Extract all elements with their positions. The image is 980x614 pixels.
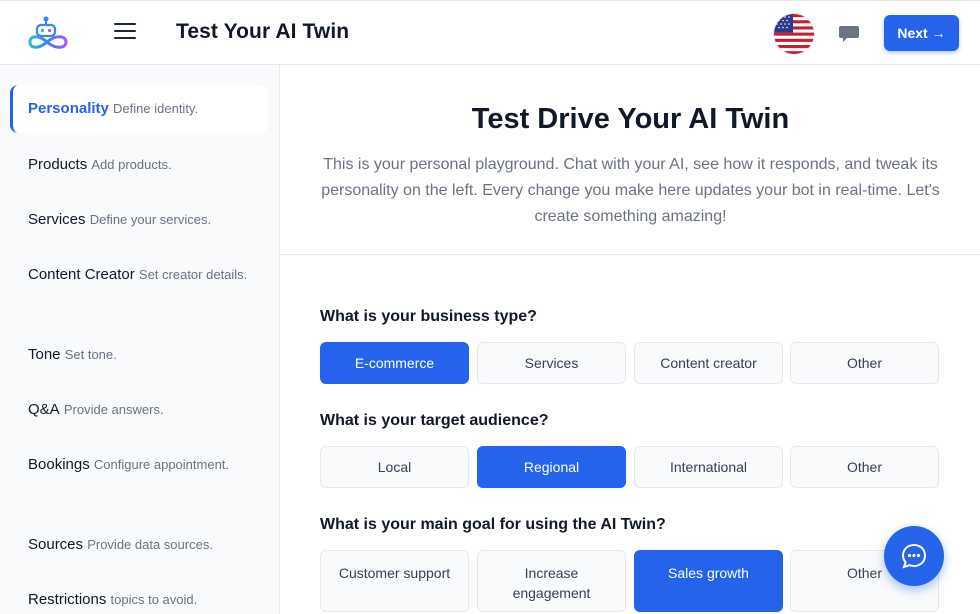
sidebar-item-desc: Provide answers. bbox=[63, 402, 164, 417]
main-content: Test Drive Your AI Twin This is your per… bbox=[281, 65, 980, 614]
question-business-type: What is your business type? bbox=[320, 308, 537, 325]
sidebar-item-content-creator[interactable]: Content Creator Set creator details. bbox=[10, 262, 268, 287]
sidebar-item-label: Services bbox=[28, 211, 86, 228]
sidebar-item-label: Bookings bbox=[28, 456, 90, 473]
us-flag-icon[interactable] bbox=[774, 14, 814, 54]
sidebar-item-label: Personality bbox=[28, 100, 109, 117]
sidebar-item-qa[interactable]: Q&A Provide answers. bbox=[10, 397, 268, 422]
sidebar-item-tone[interactable]: Tone Set tone. bbox=[10, 342, 268, 367]
sidebar-item-desc: Define your services. bbox=[89, 212, 212, 227]
hero-section: Test Drive Your AI Twin This is your per… bbox=[281, 65, 980, 255]
chat-bubble-icon[interactable] bbox=[838, 22, 860, 44]
sidebar-item-desc: Set tone. bbox=[64, 347, 117, 362]
sidebar-item-label: Sources bbox=[28, 536, 84, 553]
sidebar-item-desc: Define identity. bbox=[113, 101, 199, 116]
settings-sidebar: Personality Define identity. Products Ad… bbox=[0, 65, 280, 614]
option-services[interactable]: Services bbox=[477, 342, 626, 384]
chat-fab-button[interactable] bbox=[884, 526, 944, 586]
hero-title: Test Drive Your AI Twin bbox=[471, 103, 790, 135]
question-target-audience: What is your target audience? bbox=[320, 412, 549, 429]
next-button[interactable]: Next → bbox=[884, 15, 959, 51]
sidebar-item-services[interactable]: Services Define your services. bbox=[10, 207, 268, 232]
chat-dots-icon bbox=[901, 543, 927, 569]
option-ecommerce[interactable]: E-commerce bbox=[320, 342, 469, 384]
option-other[interactable]: Other bbox=[790, 446, 939, 488]
sidebar-item-label: Q&A bbox=[28, 401, 60, 418]
robot-infinity-logo[interactable] bbox=[26, 16, 70, 52]
sidebar-item-label: Tone bbox=[28, 346, 61, 363]
option-increase-engagement[interactable]: Increase engagement bbox=[477, 550, 626, 612]
sidebar-item-personality[interactable]: Personality Define identity. bbox=[10, 85, 268, 133]
sidebar-item-desc: Configure appointment. bbox=[93, 457, 230, 472]
option-customer-support[interactable]: Customer support bbox=[320, 550, 469, 612]
sidebar-item-desc: Add products. bbox=[91, 157, 172, 172]
hamburger-menu-icon[interactable] bbox=[114, 23, 136, 43]
sidebar-item-desc: Set creator details. bbox=[138, 267, 248, 282]
option-sales-growth[interactable]: Sales growth bbox=[634, 550, 783, 612]
sidebar-item-desc: Provide data sources. bbox=[87, 537, 213, 552]
option-other[interactable]: Other bbox=[790, 342, 939, 384]
option-local[interactable]: Local bbox=[320, 446, 469, 488]
top-header: Test Your AI Twin Next → bbox=[0, 0, 980, 65]
sidebar-item-label: Restrictions bbox=[28, 591, 107, 608]
sidebar-item-desc: topics to avoid. bbox=[110, 592, 198, 607]
option-regional[interactable]: Regional bbox=[477, 446, 626, 488]
hero-description: This is your personal playground. Chat w… bbox=[321, 156, 940, 225]
option-content-creator[interactable]: Content creator bbox=[634, 342, 783, 384]
sidebar-item-label: Content Creator bbox=[28, 266, 135, 283]
option-international[interactable]: International bbox=[634, 446, 783, 488]
sidebar-item-sources[interactable]: Sources Provide data sources. bbox=[10, 532, 268, 557]
sidebar-item-restrictions[interactable]: Restrictions topics to avoid. bbox=[10, 587, 268, 612]
question-main-goal: What is your main goal for using the AI … bbox=[320, 516, 666, 533]
page-title: Test Your AI Twin bbox=[176, 20, 350, 43]
sidebar-item-bookings[interactable]: Bookings Configure appointment. bbox=[10, 452, 268, 477]
sidebar-item-label: Products bbox=[28, 156, 88, 173]
sidebar-item-products[interactable]: Products Add products. bbox=[10, 152, 268, 177]
